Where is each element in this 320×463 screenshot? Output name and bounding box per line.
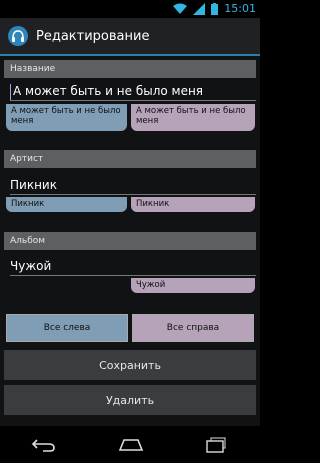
artist-field[interactable]: Пикник	[10, 178, 256, 195]
edit-form: Название А может быть и не было меня А м…	[0, 56, 260, 426]
navigation-bar	[0, 426, 260, 463]
all-right-button[interactable]: Все справа	[132, 314, 254, 342]
page-title: Редактирование	[36, 28, 150, 44]
album-right-suggestion[interactable]: Чужой	[131, 278, 255, 293]
delete-button[interactable]: Удалить	[4, 385, 256, 415]
wifi-icon	[173, 0, 188, 19]
artist-left-suggestion[interactable]: Пикник	[6, 197, 127, 212]
clock-time: 15:01	[224, 2, 256, 15]
status-bar: 15:01	[0, 0, 260, 18]
action-bar: Редактирование	[0, 18, 260, 56]
signal-icon	[193, 0, 206, 19]
back-icon[interactable]	[31, 438, 57, 452]
artist-right-suggestion[interactable]: Пикник	[131, 197, 255, 212]
section-header-album: Альбом	[4, 232, 256, 250]
title-field[interactable]: А может быть и не было меня	[10, 84, 256, 101]
title-right-suggestion[interactable]: А может быть и не было меня	[131, 104, 255, 131]
headphones-icon[interactable]	[8, 26, 28, 46]
battery-icon	[211, 0, 219, 19]
recents-icon[interactable]	[205, 436, 229, 453]
section-header-title: Название	[4, 60, 256, 78]
status-icons: 15:01	[173, 2, 256, 16]
home-icon[interactable]	[118, 438, 144, 452]
section-header-artist: Артист	[4, 150, 256, 168]
title-left-suggestion[interactable]: А может быть и не было меня	[6, 104, 127, 131]
all-left-button[interactable]: Все слева	[6, 314, 128, 342]
album-field[interactable]: Чужой	[10, 259, 256, 276]
save-button[interactable]: Сохранить	[4, 350, 256, 380]
